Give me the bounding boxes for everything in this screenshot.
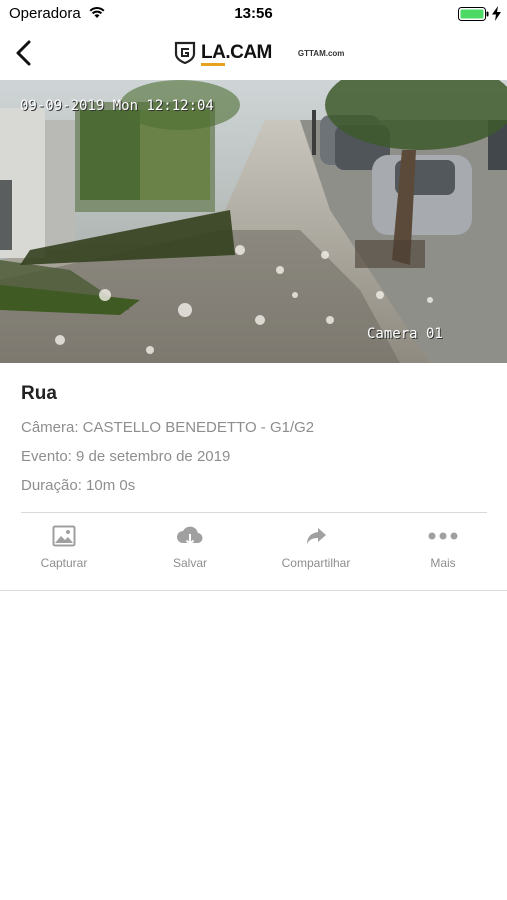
cloud-download-icon [177,526,203,546]
navigation-bar: LA.CAM GTTAM.com [0,28,507,80]
event-info: Rua Câmera: CASTELLO BENEDETTO - G1/G2 E… [21,383,487,498]
back-chevron-icon[interactable] [12,38,36,68]
status-bar: Operadora 13:56 [0,0,507,28]
camera-label: Camera 01 [367,326,443,342]
more-label: Mais [430,556,456,570]
bottom-divider [0,590,507,591]
more-button[interactable]: Mais [383,522,503,578]
capture-label: Capturar [40,556,88,570]
more-dots-icon [428,532,458,540]
logo-cam: .CAM [225,42,272,63]
camera-timestamp: 09-09-2019 Mon 12:12:04 [20,98,214,114]
event-camera: Câmera: CASTELLO BENEDETTO - G1/G2 [21,419,315,436]
battery-icon [458,7,489,21]
share-button[interactable]: Compartilhar [256,522,376,578]
share-arrow-icon [307,528,326,544]
status-time: 13:56 [234,5,273,22]
save-button[interactable]: Salvar [130,522,250,578]
action-bar: Capturar Salvar Compartilhar Mais [0,522,507,582]
save-label: Salvar [172,556,207,570]
divider [21,512,487,513]
logo-la: LA [201,42,226,66]
image-icon [52,525,76,547]
share-label: Compartilhar [281,556,351,570]
event-date: Evento: 9 de setembro de 2019 [21,448,231,465]
event-duration: Duração: 10m 0s [21,477,136,494]
event-title: Rua [21,383,57,404]
brand-logo: LA.CAM GTTAM.com [174,40,344,66]
camera-snapshot[interactable]: 09-09-2019 Mon 12:12:04 Camera 01 [0,80,507,363]
logo-wordmark: LA.CAM [201,42,272,66]
shield-logo-icon [174,41,196,65]
charging-bolt-icon [492,6,501,21]
capture-button[interactable]: Capturar [4,522,124,578]
logo-site: GTTAM.com [297,48,345,58]
camera-scene [0,80,507,363]
